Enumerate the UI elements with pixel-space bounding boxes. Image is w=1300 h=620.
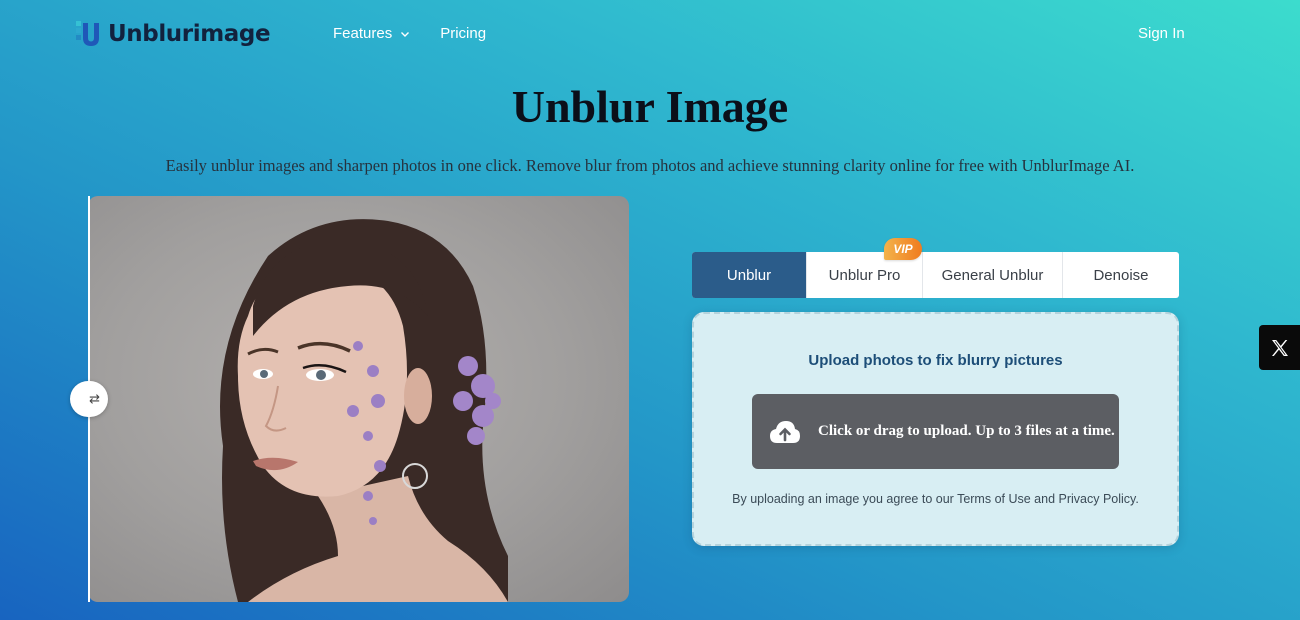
nav-features-label: Features: [333, 25, 393, 42]
tab-unblur[interactable]: Unblur: [692, 252, 807, 298]
x-logo-icon: [1271, 339, 1288, 356]
compare-handle[interactable]: ⇄: [70, 381, 108, 417]
brand-logo[interactable]: Unblurimage: [74, 18, 271, 50]
page-title: Unblur Image: [511, 81, 789, 132]
upload-heading: Upload photos to fix blurry pictures: [808, 352, 1063, 369]
unblurimage-logo-icon: [76, 21, 99, 46]
cloud-upload-icon: [770, 420, 800, 443]
nav-features[interactable]: Features: [333, 25, 410, 42]
main-nav: Features Pricing: [333, 25, 486, 42]
compare-arrows-icon: ⇄: [89, 391, 100, 406]
upload-button[interactable]: Click or drag to upload. Up to 3 files a…: [752, 394, 1119, 469]
upload-button-label: Click or drag to upload. Up to 3 files a…: [818, 423, 1115, 439]
upload-panel[interactable]: Upload photos to fix blurry pictures Cli…: [692, 312, 1179, 546]
terms-note: By uploading an image you agree to our T…: [732, 492, 1139, 506]
portrait-illustration: [220, 219, 508, 602]
mode-tabs: Unblur Unblur Pro General Unblur Denoise: [692, 252, 1179, 298]
brand-name: Unblurimage: [108, 21, 271, 47]
vip-badge: VIP: [884, 238, 922, 260]
sign-in-link[interactable]: Sign In: [1138, 25, 1185, 42]
tab-denoise[interactable]: Denoise: [1063, 252, 1179, 298]
tab-general-unblur[interactable]: General Unblur: [923, 252, 1063, 298]
nav-pricing-label: Pricing: [440, 25, 487, 42]
nav-pricing[interactable]: Pricing: [440, 25, 486, 42]
chevron-down-icon: [401, 31, 410, 37]
before-after-photo: [88, 196, 629, 602]
x-share-button[interactable]: [1259, 325, 1300, 370]
page-subtitle: Easily unblur images and sharpen photos …: [165, 156, 1135, 175]
